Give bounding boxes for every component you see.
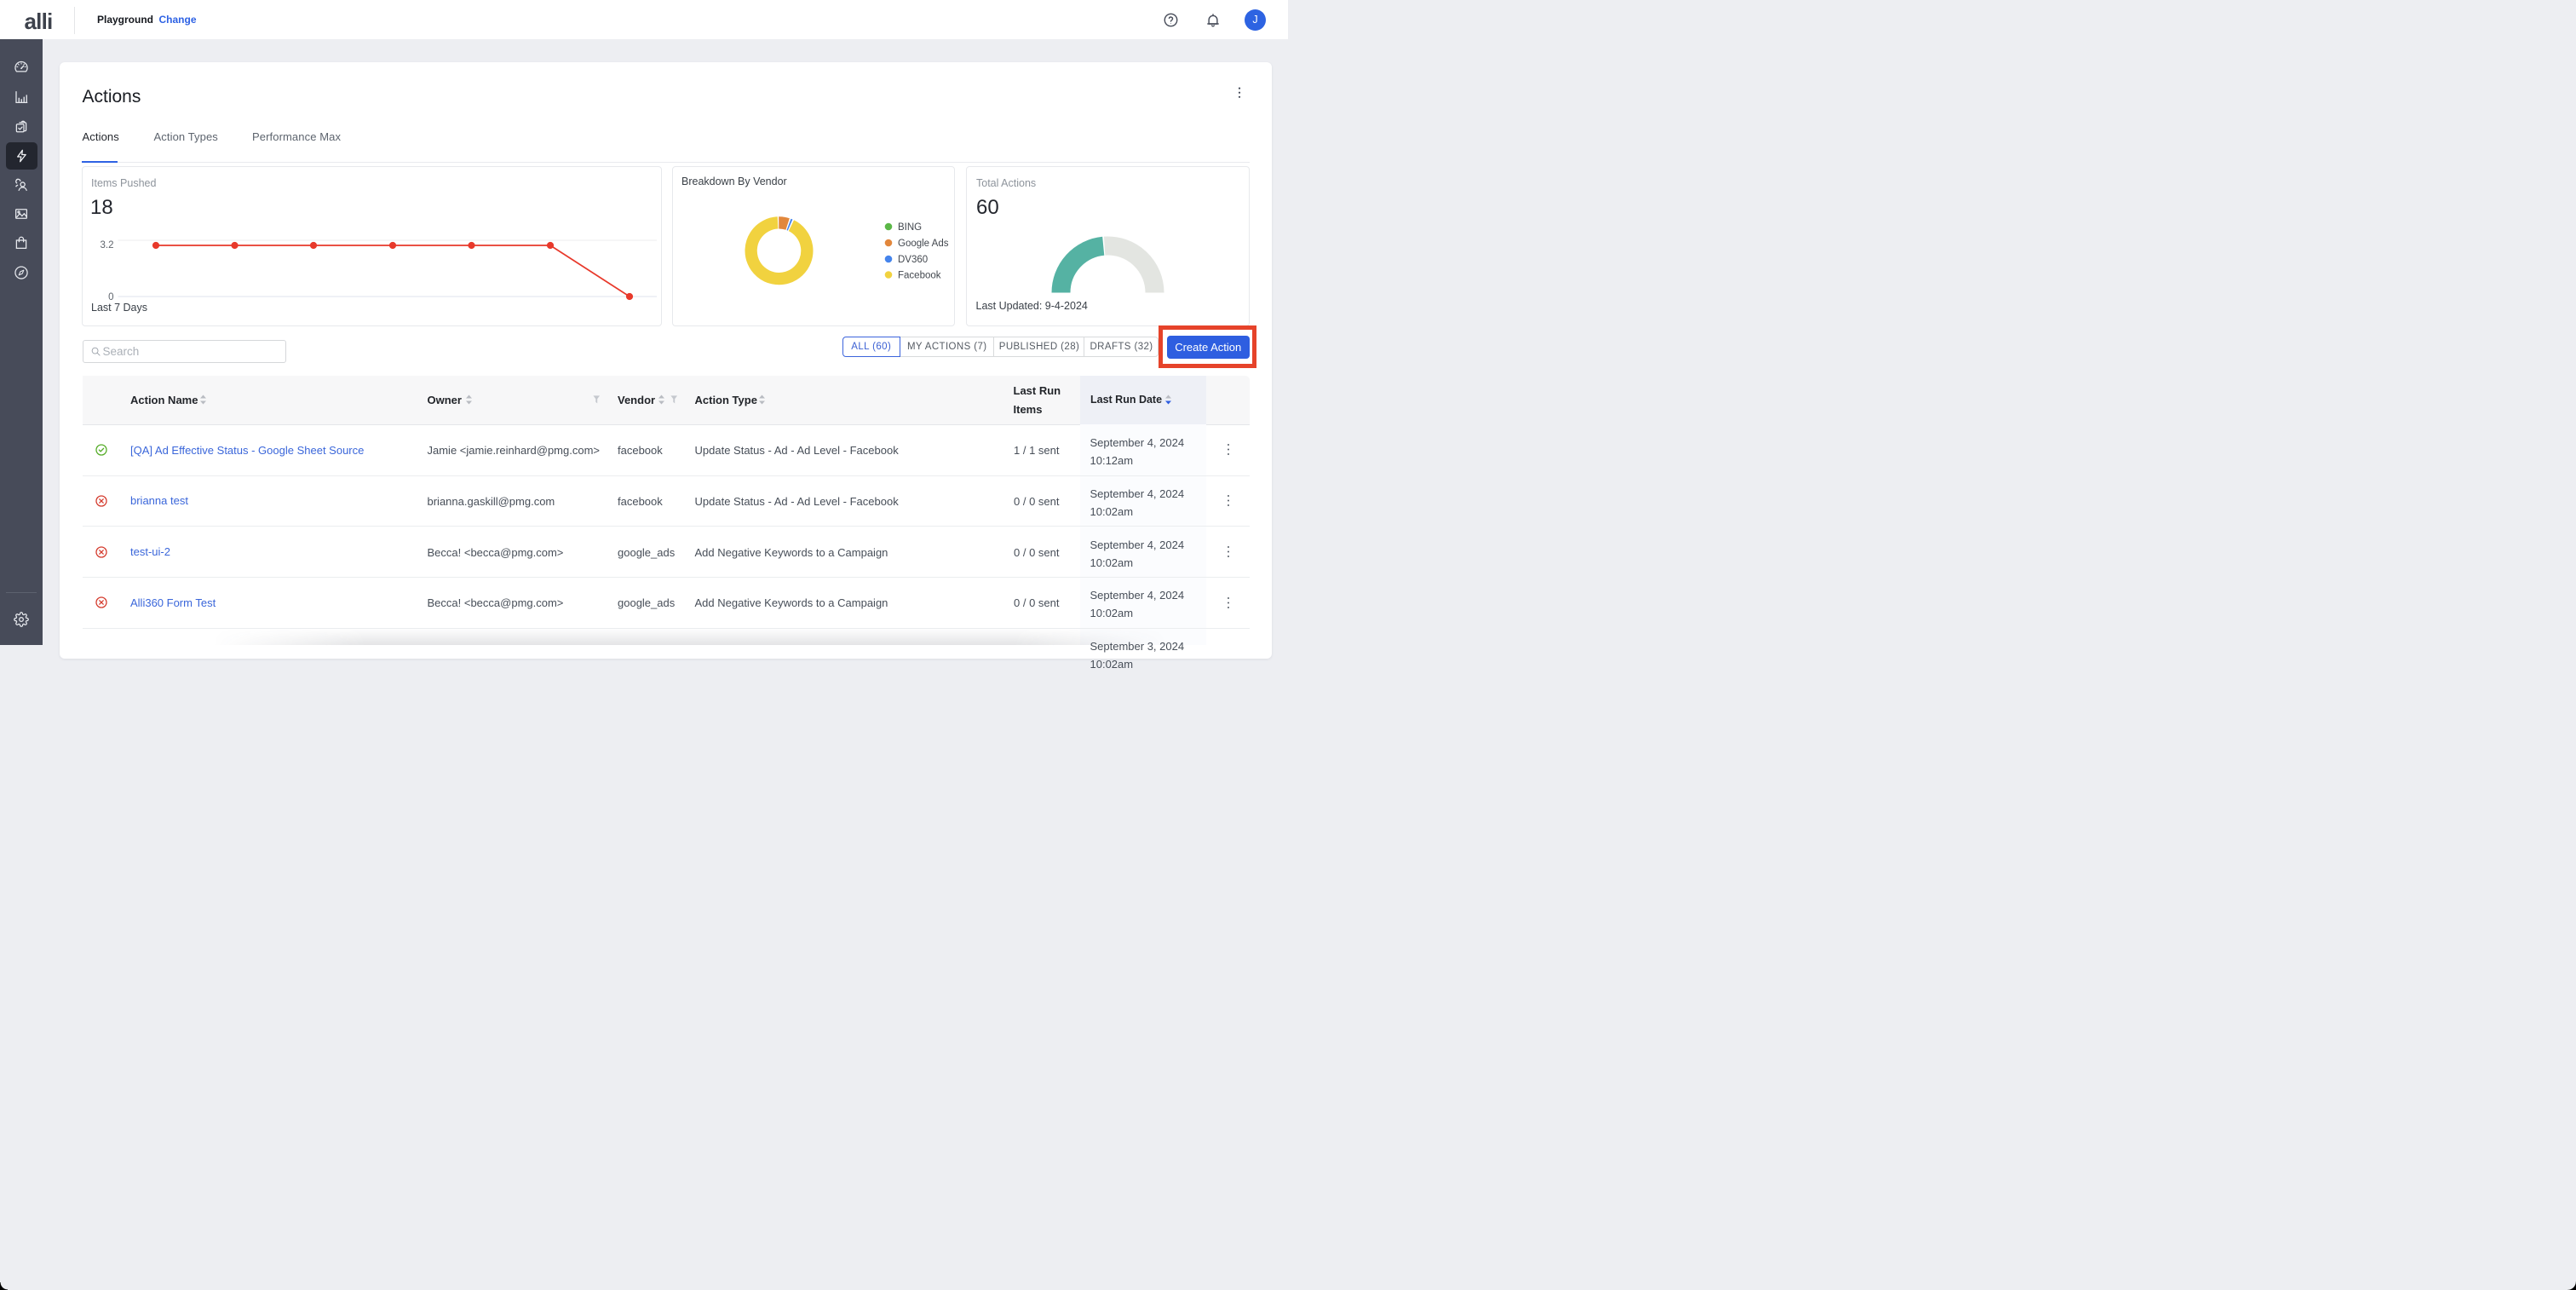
svg-text:0: 0 bbox=[108, 292, 113, 302]
svg-text:Facebook: Facebook bbox=[898, 271, 941, 281]
svg-text:BING: BING bbox=[898, 222, 922, 233]
svg-text:3.2: 3.2 bbox=[100, 240, 113, 251]
svg-text:DV360: DV360 bbox=[898, 255, 928, 265]
svg-text:Google Ads: Google Ads bbox=[898, 239, 949, 249]
